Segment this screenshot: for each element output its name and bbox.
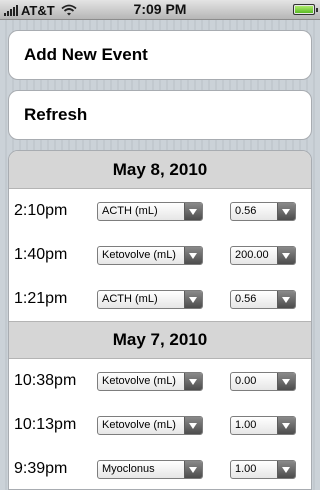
dropdown-arrow-icon — [277, 291, 295, 308]
battery-icon — [293, 4, 318, 15]
event-time: 1:21pm — [14, 290, 68, 307]
dropdown-arrow-icon — [277, 461, 295, 478]
event-type-select[interactable]: Myoclonus — [97, 460, 203, 479]
event-amount-value: 0.56 — [235, 293, 257, 305]
event-amount-value: 1.00 — [235, 463, 257, 475]
event-amount-select[interactable]: 0.00 — [230, 372, 296, 391]
event-type-select[interactable]: ACTH (mL) — [97, 202, 203, 221]
event-row: 9:39pm Myoclonus 1.00 — [9, 447, 311, 489]
section-header-date: May 8, 2010 — [9, 151, 311, 189]
event-row: 2:10pm ACTH (mL) 0.56 — [9, 189, 311, 233]
dropdown-arrow-icon — [277, 203, 295, 220]
dropdown-arrow-icon — [184, 291, 202, 308]
event-type-select[interactable]: Ketovolve (mL) — [97, 416, 203, 435]
event-time: 2:10pm — [14, 202, 68, 219]
event-amount-select[interactable]: 0.56 — [230, 290, 296, 309]
event-amount-select[interactable]: 200.00 — [230, 246, 296, 265]
event-type-value: ACTH (mL) — [102, 293, 158, 305]
dropdown-arrow-icon — [184, 203, 202, 220]
event-row: 10:13pm Ketovolve (mL) 1.00 — [9, 403, 311, 447]
refresh-button[interactable]: Refresh — [8, 90, 312, 140]
event-type-select[interactable]: Ketovolve (mL) — [97, 372, 203, 391]
event-amount-value: 1.00 — [235, 419, 257, 431]
status-time: 7:09 PM — [133, 1, 187, 17]
dropdown-arrow-icon — [184, 247, 202, 264]
event-type-value: Ketovolve (mL) — [102, 249, 176, 261]
event-row: 1:21pm ACTH (mL) 0.56 — [9, 277, 311, 321]
event-amount-value: 0.56 — [235, 205, 257, 217]
add-new-event-button[interactable]: Add New Event — [8, 30, 312, 80]
dropdown-arrow-icon — [277, 373, 295, 390]
dropdown-arrow-icon — [184, 373, 202, 390]
event-type-value: Ketovolve (mL) — [102, 375, 176, 387]
event-type-value: ACTH (mL) — [102, 205, 158, 217]
event-amount-select[interactable]: 1.00 — [230, 460, 296, 479]
events-table: May 8, 2010 2:10pm ACTH (mL) 0.56 1:40pm… — [8, 150, 312, 490]
dropdown-arrow-icon — [184, 417, 202, 434]
event-type-value: Ketovolve (mL) — [102, 419, 176, 431]
status-bar: AT&T 7:09 PM — [0, 0, 320, 20]
event-time: 9:39pm — [14, 460, 68, 477]
event-time: 10:13pm — [14, 416, 77, 433]
dropdown-arrow-icon — [277, 417, 295, 434]
event-type-select[interactable]: Ketovolve (mL) — [97, 246, 203, 265]
dropdown-arrow-icon — [277, 247, 295, 264]
event-amount-select[interactable]: 0.56 — [230, 202, 296, 221]
section-header-date: May 7, 2010 — [9, 321, 311, 359]
event-time: 10:38pm — [14, 372, 77, 389]
event-row: 10:38pm Ketovolve (mL) 0.00 — [9, 359, 311, 403]
event-amount-value: 0.00 — [235, 375, 257, 387]
event-type-select[interactable]: ACTH (mL) — [97, 290, 203, 309]
dropdown-arrow-icon — [184, 461, 202, 478]
event-amount-select[interactable]: 1.00 — [230, 416, 296, 435]
event-row: 1:40pm Ketovolve (mL) 200.00 — [9, 233, 311, 277]
event-amount-value: 200.00 — [235, 249, 269, 261]
event-type-value: Myoclonus — [102, 463, 155, 475]
event-time: 1:40pm — [14, 246, 68, 263]
